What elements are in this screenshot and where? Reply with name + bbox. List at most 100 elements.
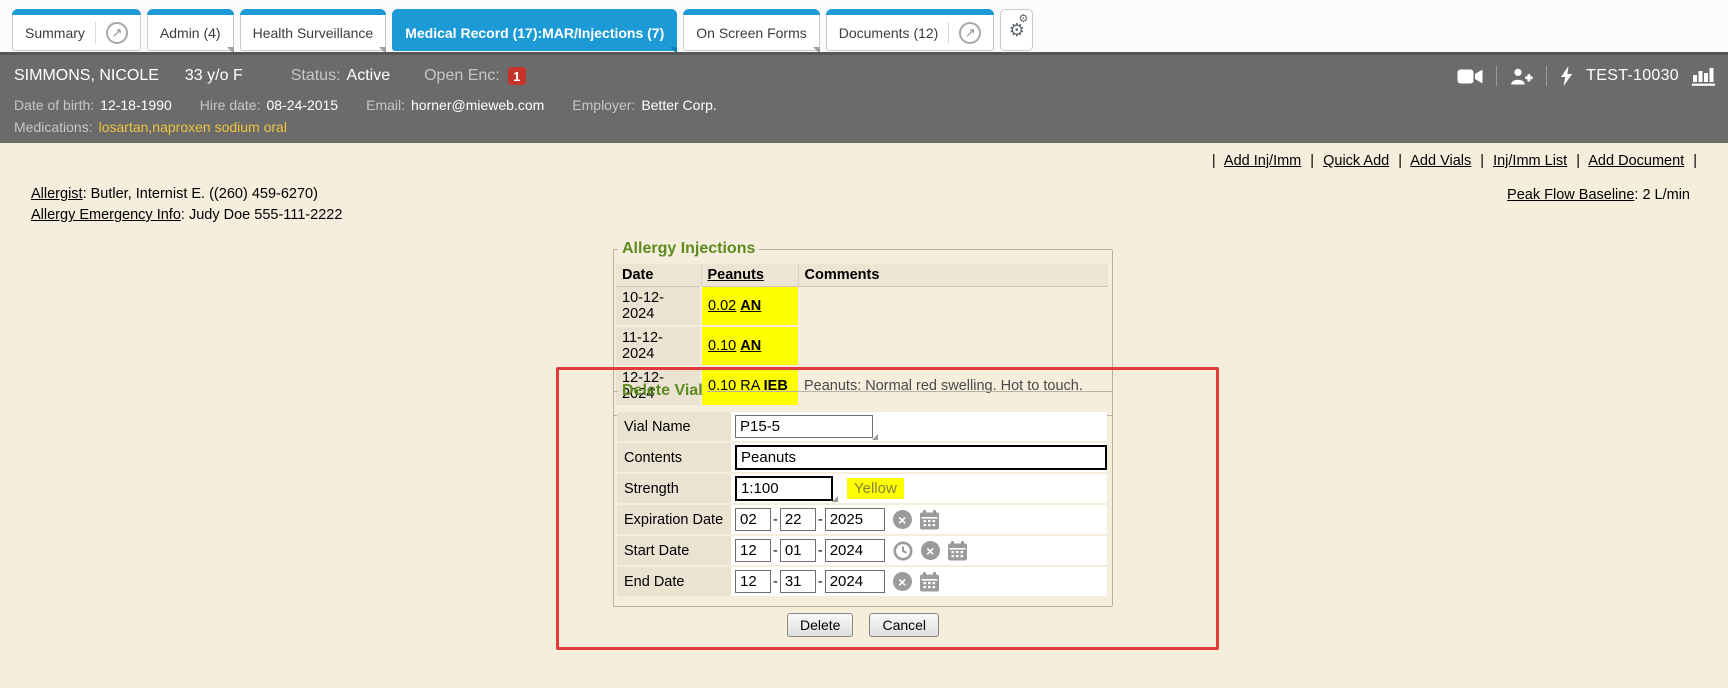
summary-popout-button[interactable]: ↗	[95, 22, 128, 44]
employer-value: Better Corp.	[641, 97, 716, 113]
peak-flow-link[interactable]: Peak Flow Baseline	[1507, 187, 1634, 203]
allergist-details: : Butler, Internist E. ((260) 459-6270)	[83, 186, 318, 202]
end-year-input[interactable]	[825, 570, 885, 593]
bar-chart-icon[interactable]	[1692, 66, 1716, 86]
peanuts-header-link[interactable]: Peanuts	[708, 267, 764, 283]
clear-date-icon[interactable]: ×	[893, 510, 912, 529]
injection-date: 10-12-2024	[616, 287, 701, 327]
link-separator: |	[1576, 153, 1580, 169]
start-date-value-cell: - - ×	[731, 536, 1107, 565]
patient-demographics-row: Date of birth: 12-18-1990 Hire date: 08-…	[14, 95, 717, 115]
delete-vial-buttons: Delete Cancel	[613, 613, 1113, 637]
tab-documents-label: Documents (12)	[839, 25, 939, 41]
end-month-input[interactable]	[735, 570, 771, 593]
open-enc-badge[interactable]: 1	[508, 67, 526, 85]
allergy-emergency-link[interactable]: Allergy Emergency Info	[31, 207, 181, 223]
start-date-label: Start Date	[617, 536, 731, 565]
add-document-link[interactable]: Add Document	[1588, 153, 1684, 169]
lightning-bolt-icon[interactable]	[1560, 66, 1573, 86]
allergist-line: Allergist: Butler, Internist E. ((260) 4…	[31, 184, 342, 205]
clock-icon[interactable]	[893, 541, 913, 561]
table-header-row: Date Peanuts Comments	[616, 264, 1108, 287]
tab-admin[interactable]: Admin (4)	[147, 9, 234, 51]
status-value: Active	[347, 67, 391, 85]
quick-add-link[interactable]: Quick Add	[1323, 153, 1389, 169]
start-year-input[interactable]	[825, 539, 885, 562]
table-row: 11-12-2024 0.10 AN	[616, 326, 1108, 366]
action-links: | Add Inj/Imm | Quick Add | Add Vials | …	[1207, 153, 1702, 169]
add-vials-link[interactable]: Add Vials	[1410, 153, 1471, 169]
start-day-input[interactable]	[780, 539, 816, 562]
end-date-value-cell: - - ×	[731, 567, 1107, 596]
patient-medications-row: Medications: losartan , naproxen sodium …	[14, 117, 287, 137]
resize-grip-icon	[832, 496, 838, 502]
hire-date-label: Hire date:	[200, 97, 261, 113]
main-content: | Add Inj/Imm | Quick Add | Add Vials | …	[0, 143, 1728, 688]
add-user-icon[interactable]	[1510, 68, 1533, 85]
delete-vial-panel: Delete Vial Vial Name Contents Strength	[613, 382, 1113, 607]
strength-input[interactable]	[735, 476, 833, 501]
patient-summary-row: SIMMONS, NICOLE 33 y/o F Status: Active …	[14, 62, 526, 90]
allergy-contact-info: Allergist: Butler, Internist E. ((260) 4…	[31, 184, 342, 226]
vial-color-badge: Yellow	[847, 478, 904, 499]
expiration-day-input[interactable]	[780, 508, 816, 531]
reaction-code-link[interactable]: AN	[740, 338, 761, 354]
tab-summary[interactable]: Summary ↗	[12, 9, 141, 51]
expiration-date-label: Expiration Date	[617, 505, 731, 534]
peak-flow-baseline: Peak Flow Baseline: 2 L/min	[1507, 187, 1690, 203]
reaction-code-link[interactable]: AN	[740, 298, 761, 314]
vial-name-label: Vial Name	[617, 412, 731, 441]
start-month-input[interactable]	[735, 539, 771, 562]
status-label: Status:	[291, 67, 341, 85]
date-separator: -	[818, 574, 823, 590]
allergy-emergency-line: Allergy Emergency Info: Judy Doe 555-111…	[31, 205, 342, 226]
calendar-icon[interactable]	[947, 541, 968, 561]
end-day-input[interactable]	[780, 570, 816, 593]
date-separator: -	[818, 543, 823, 559]
tab-bar: Summary ↗ Admin (4) Health Surveillance …	[0, 0, 1728, 52]
dose-link[interactable]: 0.10	[708, 338, 736, 354]
clear-date-icon[interactable]: ×	[893, 572, 912, 591]
contents-input[interactable]	[735, 445, 1107, 470]
comments-column-header: Comments	[798, 264, 1108, 287]
documents-popout-button[interactable]: ↗	[948, 22, 981, 44]
tab-documents[interactable]: Documents (12) ↗	[826, 9, 995, 51]
vial-name-value-cell	[731, 412, 1107, 441]
delete-button[interactable]: Delete	[787, 613, 853, 637]
cancel-button[interactable]: Cancel	[869, 613, 939, 637]
peak-flow-value: : 2 L/min	[1634, 187, 1690, 203]
vial-name-row: Vial Name	[617, 412, 1107, 441]
tab-health-surveillance[interactable]: Health Surveillance	[240, 9, 387, 51]
divider	[1496, 66, 1497, 86]
link-separator: |	[1480, 153, 1484, 169]
expiration-year-input[interactable]	[825, 508, 885, 531]
inj-imm-list-link[interactable]: Inj/Imm List	[1493, 153, 1567, 169]
medication-link[interactable]: losartan	[99, 119, 149, 135]
clear-date-icon[interactable]: ×	[921, 541, 940, 560]
calendar-icon[interactable]	[919, 572, 940, 592]
medication-link[interactable]: naproxen sodium oral	[152, 119, 287, 135]
tab-medical-record-label: Medical Record (17):MAR/Injections (7)	[405, 25, 664, 41]
date-separator: -	[773, 543, 778, 559]
email-value: horner@mieweb.com	[411, 97, 544, 113]
expiration-date-row: Expiration Date - - ×	[617, 505, 1107, 534]
calendar-icon[interactable]	[919, 510, 940, 530]
tab-on-screen-forms[interactable]: On Screen Forms	[683, 9, 819, 51]
allergist-link[interactable]: Allergist	[31, 186, 83, 202]
end-date-label: End Date	[617, 567, 731, 596]
video-camera-icon[interactable]	[1457, 68, 1483, 85]
dose-link[interactable]: 0.02	[708, 298, 736, 314]
add-inj-imm-link[interactable]: Add Inj/Imm	[1224, 153, 1301, 169]
injection-dose-cell: 0.02 AN	[701, 287, 798, 327]
end-date-row: End Date - - ×	[617, 567, 1107, 596]
contents-row: Contents	[617, 443, 1107, 472]
date-column-header: Date	[616, 264, 701, 287]
vial-name-input[interactable]	[735, 415, 873, 438]
expiration-month-input[interactable]	[735, 508, 771, 531]
hire-date-value: 08-24-2015	[266, 97, 338, 113]
employer-label: Employer:	[572, 97, 635, 113]
tab-health-surveillance-label: Health Surveillance	[253, 25, 374, 41]
settings-button[interactable]: ⚙ ⚙	[1000, 9, 1033, 51]
tab-medical-record[interactable]: Medical Record (17):MAR/Injections (7)	[392, 9, 677, 51]
injection-dose-cell: 0.10 AN	[701, 326, 798, 366]
